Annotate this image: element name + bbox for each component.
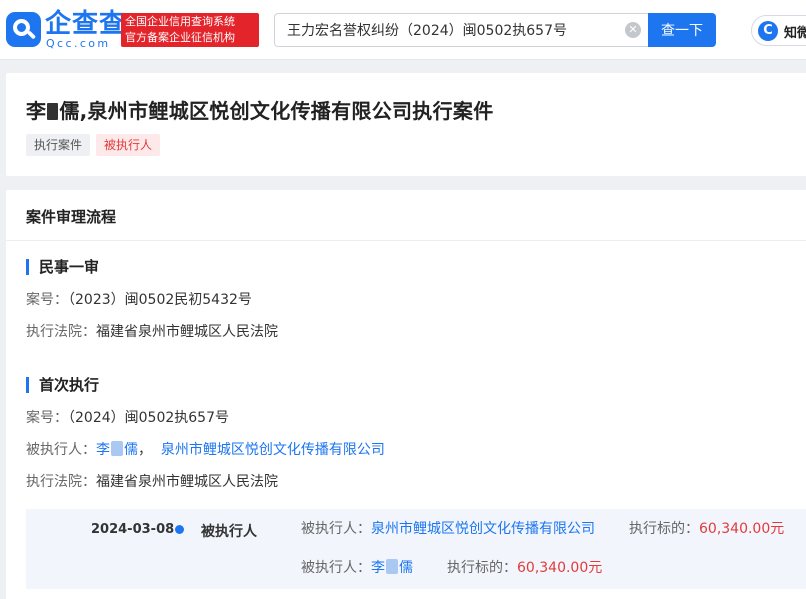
slogan-line-2: 官方备案企业征信机构 bbox=[125, 31, 235, 44]
stage-title-first-instance: 民事一审 bbox=[26, 258, 99, 276]
party-person-link[interactable]: 李儒 bbox=[96, 441, 138, 458]
party-person-part-a: 李 bbox=[96, 442, 110, 458]
stage2-case-number-row: 案号：（2024）闽0502执657号 bbox=[26, 409, 229, 427]
stage2-court-row: 执行法院：福建省泉州市鲤城区人民法院 bbox=[26, 473, 278, 491]
party-label: 被执行人： bbox=[301, 521, 371, 537]
court-value: 福建省泉州市鲤城区人民法院 bbox=[96, 324, 278, 340]
stage1-court-row: 执行法院：福建省泉州市鲤城区人民法院 bbox=[26, 323, 278, 341]
zhiwei-icon: C bbox=[758, 21, 778, 41]
timeline-dot-icon bbox=[175, 525, 184, 534]
amount-label: 执行标的： bbox=[447, 560, 517, 576]
qcc-logo-icon[interactable] bbox=[6, 12, 41, 47]
timeline-role: 被执行人 bbox=[201, 524, 257, 540]
party-person-part-b: 儒 bbox=[399, 560, 413, 576]
flow-divider bbox=[6, 240, 806, 241]
party-label: 被执行人： bbox=[26, 442, 96, 458]
page-title: 李儒,泉州市鲤城区悦创文化传播有限公司执行案件 bbox=[26, 95, 494, 124]
case-number-label: 案号： bbox=[26, 292, 68, 308]
tag-execution-case: 执行案件 bbox=[26, 134, 91, 156]
title-name-part1: 李 bbox=[26, 99, 47, 123]
party-person-part-b: 儒 bbox=[124, 442, 138, 458]
timeline-date: 2024-03-08 bbox=[91, 522, 175, 537]
flow-card-title: 案件审理流程 bbox=[26, 208, 117, 226]
party-person-link[interactable]: 李儒 bbox=[371, 559, 413, 576]
execution-timeline: 2024-03-08 被执行人 被执行人：泉州市鲤城区悦创文化传播有限公司 执行… bbox=[26, 509, 806, 589]
court-value: 福建省泉州市鲤城区人民法院 bbox=[96, 474, 278, 490]
party-company-link[interactable]: 泉州市鲤城区悦创文化传播有限公司 bbox=[371, 521, 595, 537]
zhiwei-label: 知微 bbox=[784, 26, 806, 41]
top-header: 企查查 Qcc.com 全国企业信用查询系统 官方备案企业征信机构 ✕ 查一下 … bbox=[0, 0, 806, 60]
case-number-value: （2024）闽0502执657号 bbox=[68, 410, 229, 426]
tag-judgment-debtor: 被执行人 bbox=[96, 134, 161, 156]
redaction-mark bbox=[111, 441, 123, 456]
amount-value: 60,340.00元 bbox=[699, 521, 785, 537]
title-name-part2: 儒,泉州市鲤城区悦创文化传播有限公司执行案件 bbox=[59, 99, 494, 123]
zhiwei-button[interactable]: C 知微 bbox=[751, 15, 806, 46]
clear-icon[interactable]: ✕ bbox=[625, 22, 641, 38]
case-number-value: （2023）闽0502民初5432号 bbox=[68, 292, 252, 308]
stage2-party-row: 被执行人：李 儒， 泉州市鲤城区悦创文化传播有限公司 bbox=[26, 441, 385, 459]
timeline-amount: 执行标的：60,340.00元 bbox=[447, 559, 602, 577]
party-company-link[interactable]: 泉州市鲤城区悦创文化传播有限公司 bbox=[161, 442, 385, 458]
party-separator: ， bbox=[138, 442, 152, 458]
logo-domain: Qcc.com bbox=[46, 37, 111, 50]
party-label: 被执行人： bbox=[301, 560, 371, 576]
case-title-card: 李儒,泉州市鲤城区悦创文化传播有限公司执行案件 执行案件 被执行人 bbox=[6, 73, 806, 176]
redaction-mark bbox=[47, 103, 59, 120]
stage-title-first-execution: 首次执行 bbox=[26, 376, 99, 394]
slogan-line-1: 全国企业信用查询系统 bbox=[125, 15, 235, 28]
redaction-mark bbox=[386, 559, 398, 574]
timeline-amount: 执行标的：60,340.00元 bbox=[629, 520, 784, 538]
amount-value: 60,340.00元 bbox=[517, 560, 603, 576]
search-input[interactable] bbox=[274, 13, 650, 47]
stage1-case-number-row: 案号：（2023）闽0502民初5432号 bbox=[26, 291, 252, 309]
slogan-badge: 全国企业信用查询系统 官方备案企业征信机构 bbox=[121, 13, 259, 47]
case-flow-card: 案件审理流程 民事一审 案号：（2023）闽0502民初5432号 执行法院：福… bbox=[6, 190, 806, 599]
party-person-part-a: 李 bbox=[371, 560, 385, 576]
court-label: 执行法院： bbox=[26, 474, 96, 490]
timeline-row: 被执行人：李儒 bbox=[301, 559, 413, 577]
case-number-label: 案号： bbox=[26, 410, 68, 426]
court-label: 执行法院： bbox=[26, 324, 96, 340]
search-button[interactable]: 查一下 bbox=[648, 13, 716, 47]
timeline-row: 被执行人：泉州市鲤城区悦创文化传播有限公司 bbox=[301, 520, 595, 538]
logo-text[interactable]: 企查查 bbox=[45, 10, 126, 38]
amount-label: 执行标的： bbox=[629, 521, 699, 537]
logo-tail bbox=[26, 30, 37, 40]
